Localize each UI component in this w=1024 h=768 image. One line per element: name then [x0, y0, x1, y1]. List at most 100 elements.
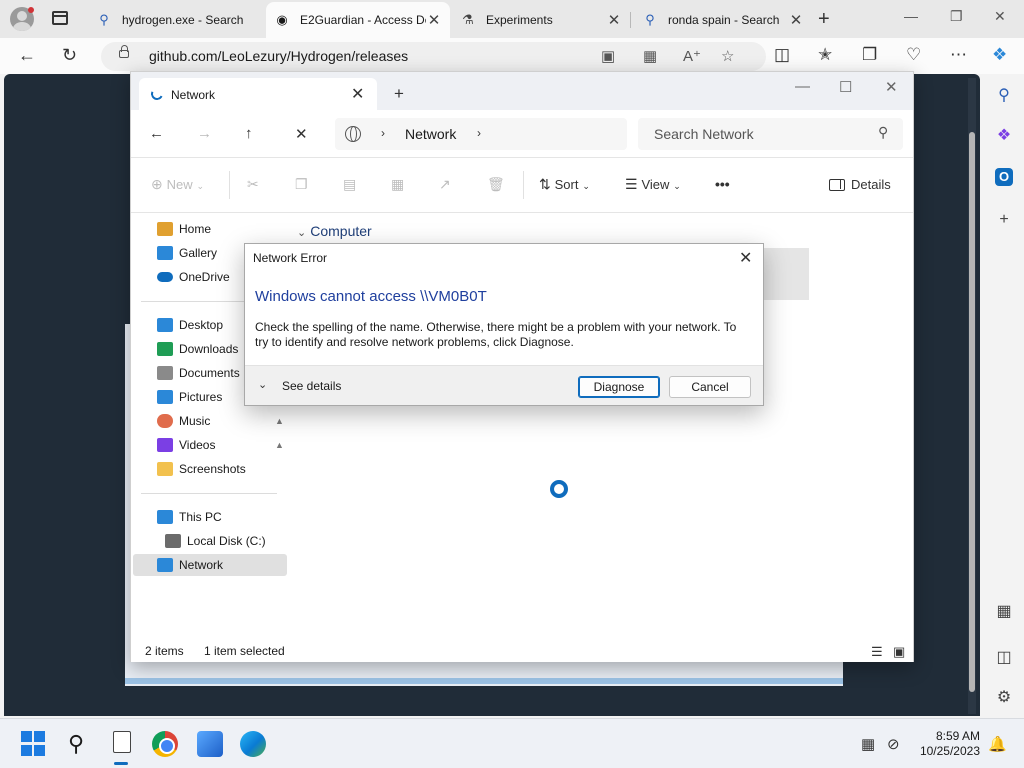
- details-pane-icon: [829, 179, 845, 191]
- new-tab-icon[interactable]: +: [394, 84, 404, 104]
- search-icon[interactable]: ⚲: [63, 731, 89, 757]
- diagnose-button[interactable]: Diagnose: [578, 376, 660, 398]
- collections-icon[interactable]: ❐: [862, 45, 877, 65]
- edge-icon[interactable]: [240, 731, 266, 757]
- sidebar-item-music[interactable]: Music: [133, 410, 287, 432]
- chrome-icon[interactable]: [152, 731, 178, 757]
- copilot-icon[interactable]: ❖: [992, 45, 1007, 65]
- close-window-icon[interactable]: ✕: [994, 8, 1006, 25]
- see-details-toggle[interactable]: See details: [282, 379, 341, 393]
- favorites-icon[interactable]: ✭: [818, 45, 832, 65]
- search-icon[interactable]: ⚲: [992, 84, 1016, 108]
- settings-more-icon[interactable]: ⋯: [950, 45, 967, 65]
- shopping-icon[interactable]: ❖: [992, 124, 1016, 148]
- sidebar-item-label: Network: [179, 558, 224, 572]
- sidebar-item-this-pc[interactable]: This PC: [133, 506, 287, 528]
- sidebar-settings-icon[interactable]: ⚙: [992, 686, 1016, 710]
- breadcrumb[interactable]: › Network ›: [335, 118, 627, 150]
- url-text[interactable]: github.com/LeoLezury/Hydrogen/releases: [149, 48, 408, 64]
- file-explorer-app[interactable]: [109, 731, 135, 757]
- app-available-icon[interactable]: ▣: [601, 47, 615, 65]
- sidebar-separator: [141, 493, 277, 494]
- sidebar-item-videos[interactable]: Videos: [133, 434, 287, 456]
- add-icon: ⊕: [151, 176, 163, 192]
- more-options-button[interactable]: •••: [715, 176, 730, 192]
- add-sidebar-app-icon[interactable]: +: [992, 208, 1016, 232]
- dialog-message: Check the spelling of the name. Otherwis…: [255, 320, 737, 349]
- search-network-input[interactable]: Search Network ⚲: [638, 118, 903, 150]
- forward-icon[interactable]: →: [197, 125, 212, 142]
- share-icon[interactable]: ↗: [439, 176, 451, 193]
- cancel-button[interactable]: Cancel: [669, 376, 751, 398]
- view-button[interactable]: ☰ View ⌄: [625, 176, 681, 193]
- network-status-icon[interactable]: ⊘: [887, 735, 900, 753]
- chevron-down-icon[interactable]: ⌄: [258, 378, 267, 391]
- pin-icon[interactable]: ▲: [275, 416, 284, 426]
- pin-icon[interactable]: ▲: [275, 440, 284, 450]
- notification-bell-icon[interactable]: 🔔: [988, 735, 1007, 753]
- close-tab-icon[interactable]: ✕: [426, 11, 442, 29]
- details-button[interactable]: Details: [829, 176, 891, 192]
- browser-tab[interactable]: ⚲ ronda spain - Search ✕: [634, 4, 812, 36]
- read-aloud-icon[interactable]: A⁺: [683, 47, 701, 65]
- system-clock[interactable]: 8:59 AM 10/25/2023: [914, 729, 980, 759]
- sort-button[interactable]: ⇅ Sort ⌄: [539, 176, 590, 193]
- favorite-star-icon[interactable]: ☆: [721, 47, 734, 65]
- chevron-right-icon[interactable]: ›: [477, 126, 481, 140]
- sort-icon: ⇅: [539, 176, 551, 192]
- browser-tab[interactable]: ⚗ Experiments ✕: [452, 4, 630, 36]
- sidebar-item-label: This PC: [179, 510, 222, 524]
- restore-icon[interactable]: ❐: [950, 8, 963, 25]
- outlook-icon[interactable]: O: [995, 168, 1013, 186]
- view-label: View: [641, 177, 670, 192]
- minimize-icon[interactable]: —: [904, 8, 918, 24]
- start-button[interactable]: [21, 731, 47, 757]
- up-icon[interactable]: ↑: [245, 125, 253, 142]
- chevron-right-icon[interactable]: ›: [381, 126, 385, 140]
- paste-icon[interactable]: ▤: [343, 176, 356, 193]
- new-tab-icon[interactable]: +: [818, 8, 830, 31]
- hide-sidebar-icon[interactable]: ◫: [992, 646, 1016, 670]
- sidebar-item-local-disk[interactable]: Local Disk (C:): [133, 530, 287, 552]
- delete-icon[interactable]: 🗑: [487, 176, 505, 193]
- breadcrumb-item-network[interactable]: Network: [405, 126, 456, 142]
- large-icons-view-icon[interactable]: ▣: [893, 644, 905, 660]
- lock-icon[interactable]: [119, 45, 129, 58]
- copy-icon[interactable]: ❐: [295, 176, 308, 193]
- browser-essentials-icon[interactable]: ♡: [906, 45, 921, 65]
- sidebar-item-screenshots[interactable]: Screenshots: [133, 458, 287, 480]
- explorer-tab[interactable]: Network ✕: [139, 78, 377, 110]
- back-icon[interactable]: ←: [149, 125, 164, 142]
- maximize-icon[interactable]: ☐: [839, 78, 852, 96]
- clipboard-icon[interactable]: ▦: [861, 735, 875, 753]
- page-scrollbar-thumb[interactable]: [969, 132, 975, 692]
- close-tab-icon[interactable]: ✕: [351, 84, 364, 104]
- paint-icon[interactable]: [197, 731, 223, 757]
- close-tab-icon[interactable]: ✕: [788, 11, 804, 29]
- music-icon: [157, 414, 173, 428]
- refresh-icon[interactable]: ↻: [62, 45, 77, 66]
- cut-icon[interactable]: ✂: [247, 176, 259, 193]
- minimize-icon[interactable]: —: [795, 78, 810, 95]
- stop-icon[interactable]: ✕: [295, 125, 308, 143]
- url-bar[interactable]: github.com/LeoLezury/Hydrogen/releases ▣…: [101, 42, 766, 71]
- network-icon: [157, 558, 173, 572]
- page-scrollbar[interactable]: [968, 78, 976, 714]
- new-button[interactable]: ⊕ New ⌄: [151, 176, 204, 193]
- rename-icon[interactable]: ▦: [391, 176, 404, 193]
- qr-icon[interactable]: ▦: [643, 47, 657, 65]
- sidebar-item-home[interactable]: Home: [133, 218, 287, 240]
- browser-tab[interactable]: ⚲ hydrogen.exe - Search: [88, 4, 260, 36]
- details-view-icon[interactable]: ☰: [871, 644, 883, 660]
- browser-tab-active[interactable]: ◉ E2Guardian - Access Denied ✕: [266, 2, 450, 38]
- split-screen-icon[interactable]: ◫: [774, 45, 790, 65]
- close-icon[interactable]: ✕: [739, 248, 752, 268]
- tab-actions-icon[interactable]: [52, 11, 68, 25]
- sidebar-item-network[interactable]: Network: [133, 554, 287, 576]
- close-tab-icon[interactable]: ✕: [606, 11, 622, 29]
- close-window-icon[interactable]: ✕: [885, 78, 898, 96]
- group-header-computer[interactable]: ⌄ Computer: [297, 223, 372, 239]
- folder-icon: [157, 462, 173, 476]
- back-icon[interactable]: ←: [18, 45, 36, 66]
- screenshot-icon[interactable]: ▦: [992, 600, 1016, 624]
